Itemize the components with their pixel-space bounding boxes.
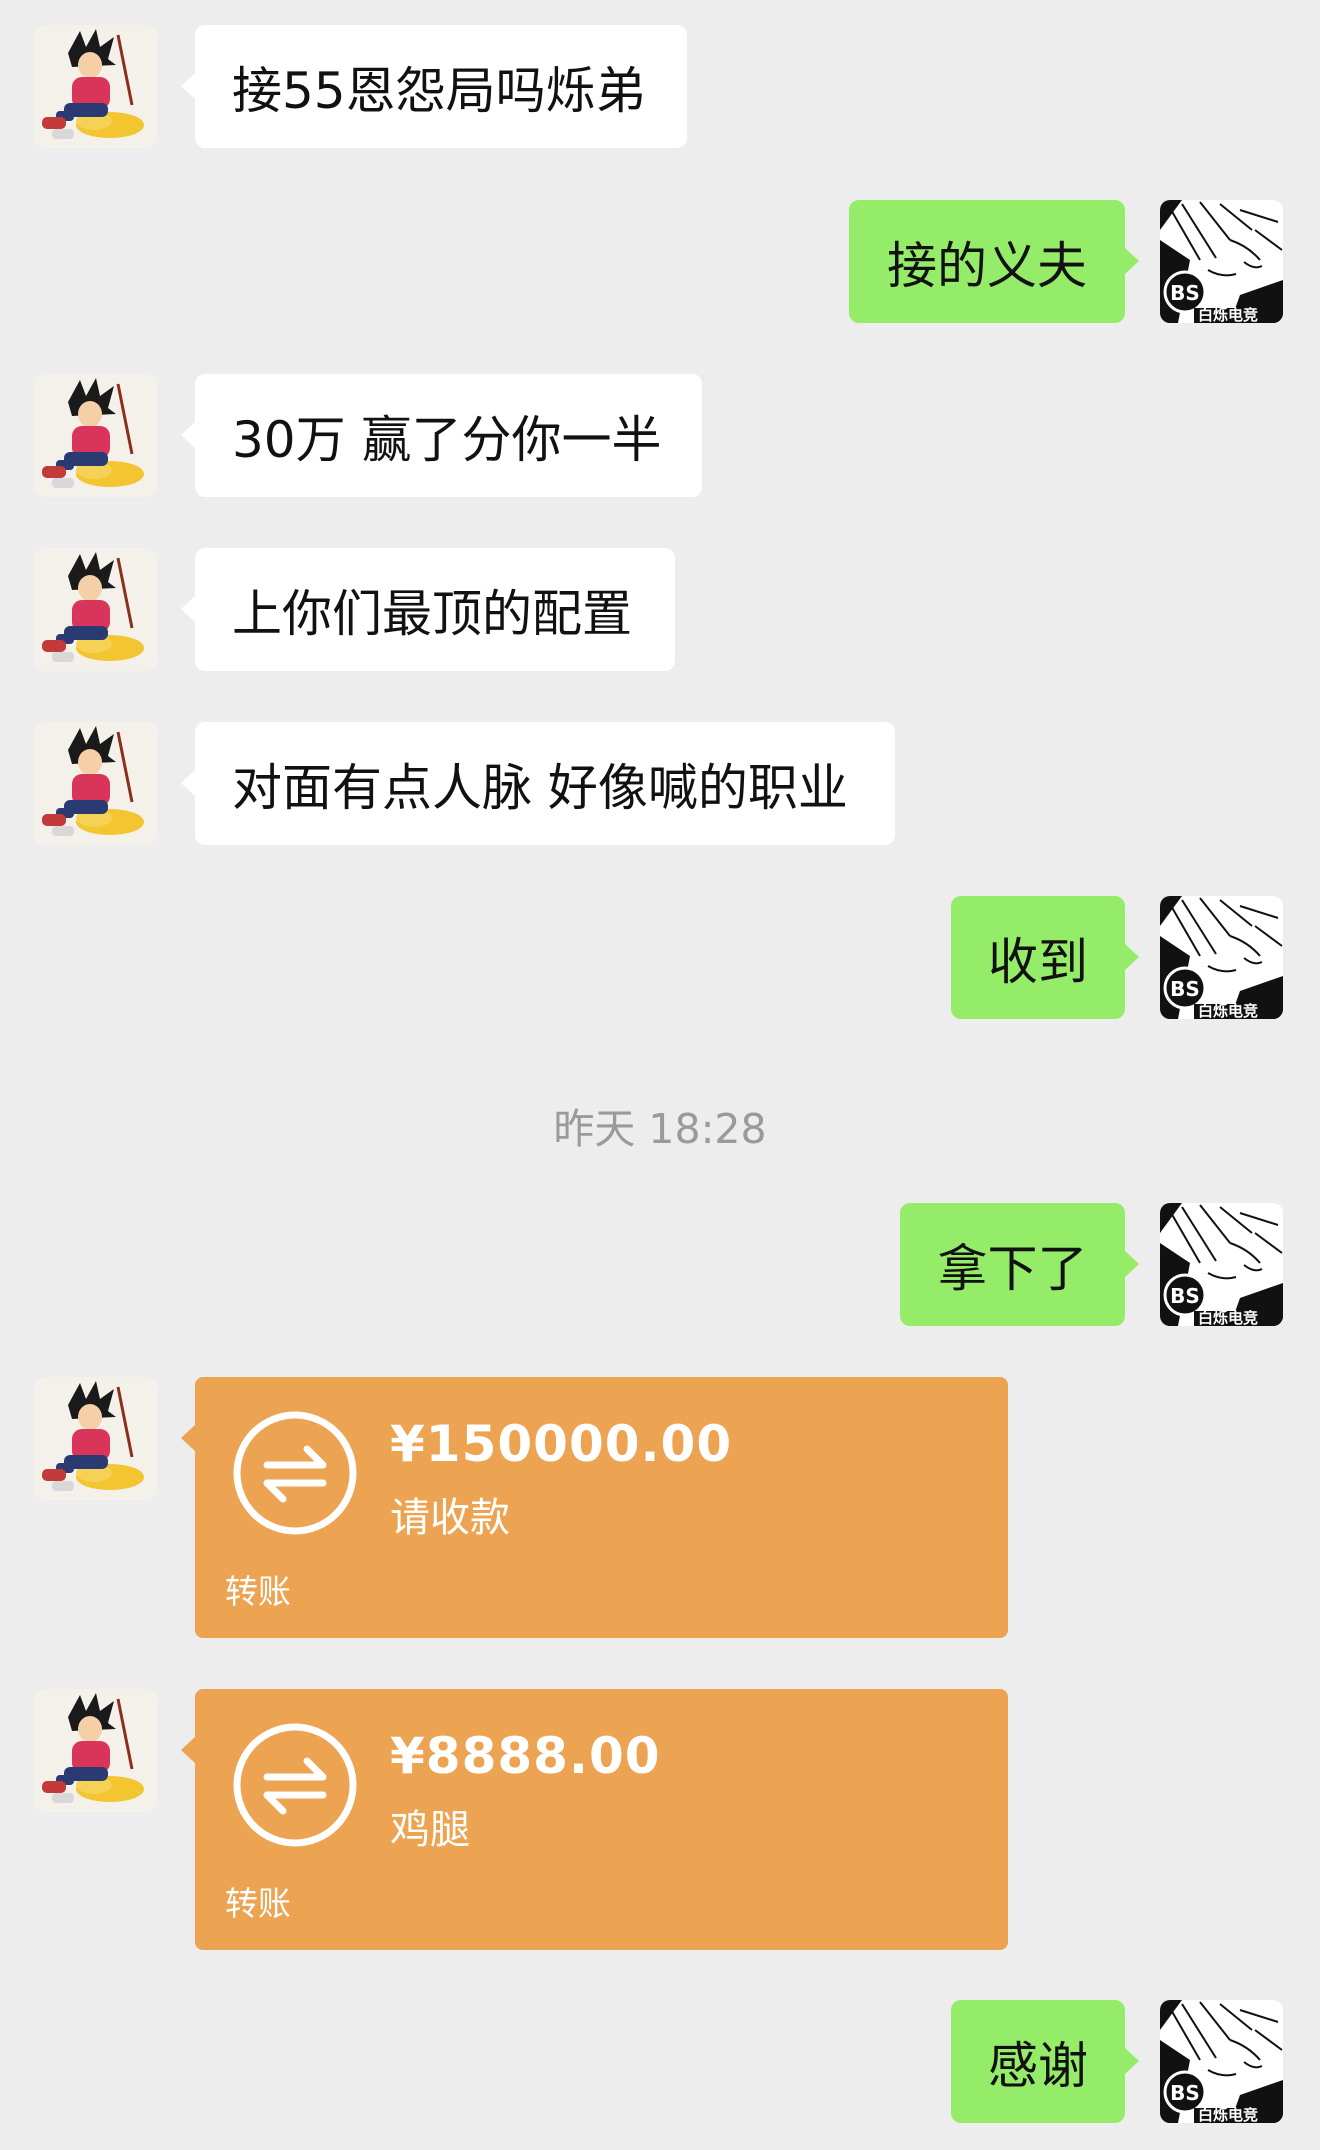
chat-timestamp: 昨天 18:28 xyxy=(553,1105,767,1153)
avatar-caption: 白烁电竞 xyxy=(1198,306,1259,323)
message-bubble-outgoing[interactable]: 拿下了 xyxy=(900,1203,1139,1326)
contact-avatar[interactable] xyxy=(34,1377,157,1500)
message-text: 接的义夫 xyxy=(887,236,1087,295)
message-bubble-incoming[interactable]: 接55恩怨局吗烁弟 xyxy=(181,25,687,148)
transfer-arrows-icon xyxy=(231,1721,359,1849)
anime-boy-avatar-icon xyxy=(34,374,157,497)
contact-avatar[interactable] xyxy=(34,374,157,497)
transfer-note: 鸡腿 xyxy=(390,1807,470,1853)
avatar-caption: 白烁电竞 xyxy=(1198,1309,1259,1326)
message-text: 拿下了 xyxy=(937,1239,1088,1298)
message-bubble-outgoing[interactable]: 感谢 xyxy=(951,2000,1139,2123)
transfer-note: 请收款 xyxy=(390,1495,510,1541)
message-text: 感谢 xyxy=(988,2036,1088,2095)
transfer-label: 转账 xyxy=(225,1884,291,1923)
avatar-caption: 白烁电竞 xyxy=(1198,2106,1259,2123)
contact-avatar[interactable] xyxy=(34,548,157,671)
message-bubble-outgoing[interactable]: 收到 xyxy=(951,896,1139,1019)
transfer-label: 转账 xyxy=(225,1572,291,1611)
anime-boy-avatar-icon xyxy=(34,722,157,845)
message-bubble-incoming[interactable]: 对面有点人脉 好像喊的职业 xyxy=(181,722,895,845)
contact-avatar[interactable] xyxy=(34,722,157,845)
anime-boy-avatar-icon xyxy=(34,1689,157,1812)
transfer-card[interactable]: ¥8888.00 鸡腿 转账 xyxy=(181,1689,1008,1950)
anime-boy-avatar-icon xyxy=(34,1377,157,1500)
message-text: 对面有点人脉 好像喊的职业 xyxy=(232,758,848,817)
transfer-card[interactable]: ¥150000.00 请收款 转账 xyxy=(181,1377,1008,1638)
message-text: 上你们最顶的配置 xyxy=(232,584,632,643)
self-avatar[interactable]: 白烁电竞 xyxy=(1160,1203,1283,1326)
message-text: 30万 赢了分你一半 xyxy=(232,410,662,469)
self-avatar[interactable]: 白烁电竞 xyxy=(1160,200,1283,323)
message-text: 收到 xyxy=(988,932,1088,991)
message-bubble-outgoing[interactable]: 接的义夫 xyxy=(849,200,1139,323)
transfer-amount: ¥8888.00 xyxy=(390,1727,661,1785)
anime-boy-avatar-icon xyxy=(34,25,157,148)
message-bubble-incoming[interactable]: 上你们最顶的配置 xyxy=(181,548,675,671)
contact-avatar[interactable] xyxy=(34,25,157,148)
self-avatar[interactable]: 白烁电竞 xyxy=(1160,896,1283,1019)
avatar-caption: 白烁电竞 xyxy=(1198,1002,1259,1019)
message-text: 接55恩怨局吗烁弟 xyxy=(232,61,646,120)
contact-avatar[interactable] xyxy=(34,1689,157,1812)
self-avatar[interactable]: 白烁电竞 xyxy=(1160,2000,1283,2123)
anime-boy-avatar-icon xyxy=(34,548,157,671)
transfer-amount: ¥150000.00 xyxy=(390,1415,733,1473)
message-bubble-incoming[interactable]: 30万 赢了分你一半 xyxy=(181,374,702,497)
transfer-arrows-icon xyxy=(231,1409,359,1537)
